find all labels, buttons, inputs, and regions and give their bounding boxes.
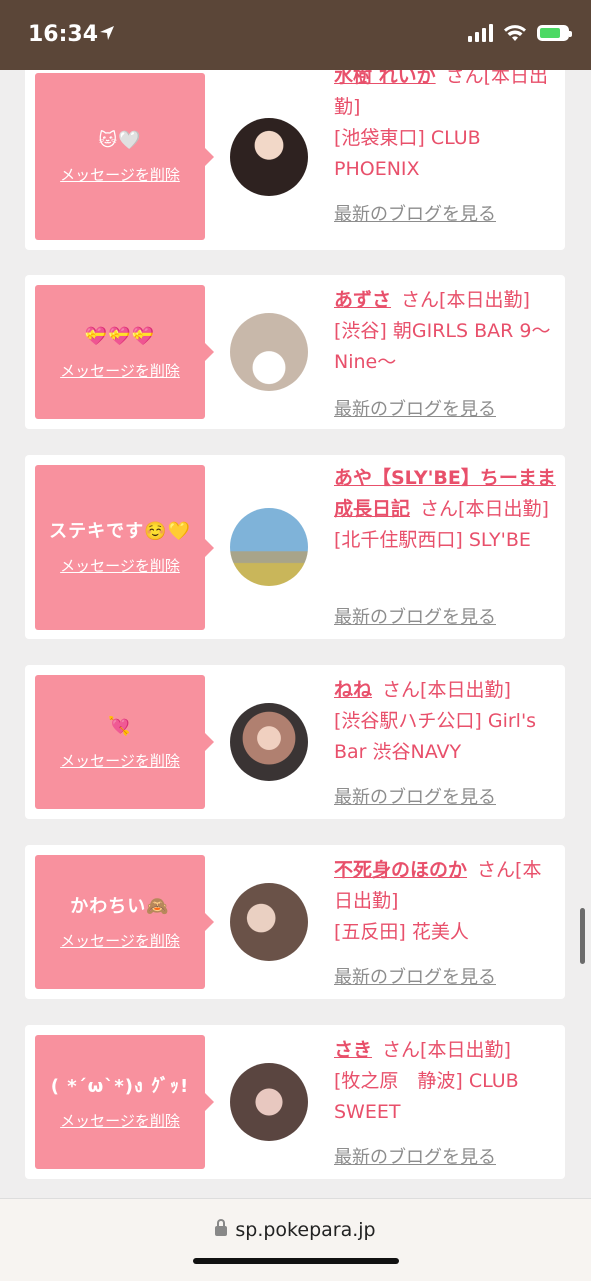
- avatar[interactable]: [230, 883, 308, 961]
- shop-name: [牧之原 静波] CLUB SWEET: [334, 1070, 519, 1123]
- message-card: ( *´ω`*)ง ｸﾞｯ! メッセージを削除 さき さん[本日出勤] [牧之原 …: [25, 1025, 565, 1179]
- cast-name-link[interactable]: 水樹 れいか: [334, 70, 436, 87]
- delete-message-link[interactable]: メッセージを削除: [60, 164, 180, 185]
- message-bubble: ( *´ω`*)ง ｸﾞｯ! メッセージを削除: [35, 1035, 214, 1169]
- message-bubble: かわちい🙈 メッセージを削除: [35, 855, 214, 989]
- lock-icon: [215, 1218, 228, 1236]
- message-text: ( *´ω`*)ง ｸﾞｯ!: [50, 1075, 190, 1097]
- scrollbar[interactable]: [580, 908, 585, 964]
- browser-url-bar[interactable]: sp.pokepara.jp: [0, 1198, 591, 1281]
- avatar[interactable]: [230, 313, 308, 391]
- cast-name-link[interactable]: ねね: [334, 679, 372, 701]
- cast-info: ねね さん[本日出勤] [渋谷駅ハチ公口] Girl's Bar 渋谷NAVY: [334, 679, 537, 763]
- location-arrow-icon: [100, 26, 114, 40]
- message-bubble: ステキです☺️💛 メッセージを削除: [35, 465, 214, 630]
- avatar[interactable]: [230, 508, 308, 586]
- avatar[interactable]: [230, 703, 308, 781]
- url-text: sp.pokepara.jp: [235, 1219, 376, 1241]
- shop-name: [渋谷駅ハチ公口] Girl's Bar 渋谷NAVY: [334, 710, 537, 763]
- avatar[interactable]: [230, 118, 308, 196]
- cast-info: あや【SLY'BE】ちーまま成長日記 さん[本日出勤] [北千住駅西口] SLY'…: [334, 467, 556, 551]
- view-blog-link[interactable]: 最新のブログを見る: [334, 395, 496, 421]
- message-bubble: 💝💝💝 メッセージを削除: [35, 285, 214, 419]
- delete-message-link[interactable]: メッセージを削除: [60, 555, 180, 576]
- shop-name: [五反田] 花美人: [334, 921, 469, 943]
- message-card: 💝💝💝 メッセージを削除 あずさ さん[本日出勤] [渋谷] 朝GIRLS BAR…: [25, 275, 565, 429]
- delete-message-link[interactable]: メッセージを削除: [60, 360, 180, 381]
- cellular-signal-icon: [468, 24, 493, 42]
- message-card: ステキです☺️💛 メッセージを削除 あや【SLY'BE】ちーまま成長日記 さん[本…: [25, 455, 565, 639]
- cast-info: さき さん[本日出勤] [牧之原 静波] CLUB SWEET: [334, 1039, 519, 1123]
- cast-info: 不死身のほのか さん[本日出勤] [五反田] 花美人: [334, 859, 542, 943]
- delete-message-link[interactable]: メッセージを削除: [60, 1110, 180, 1131]
- cast-name-link[interactable]: さき: [334, 1039, 372, 1061]
- view-blog-link[interactable]: 最新のブログを見る: [334, 1143, 496, 1169]
- message-text: ステキです☺️💛: [49, 521, 191, 542]
- message-card: 🐱🤍 メッセージを削除 水樹 れいか さん[本日出勤] [池袋東口] CLUB P…: [25, 70, 565, 250]
- message-bubble: 🐱🤍 メッセージを削除: [35, 73, 214, 240]
- view-blog-link[interactable]: 最新のブログを見る: [334, 783, 496, 809]
- message-text: 💘: [108, 715, 132, 737]
- cast-info: あずさ さん[本日出勤] [渋谷] 朝GIRLS BAR 9〜Nine〜: [334, 289, 551, 373]
- message-text: 🐱🤍: [98, 130, 142, 151]
- view-blog-link[interactable]: 最新のブログを見る: [334, 603, 496, 629]
- delete-message-link[interactable]: メッセージを削除: [60, 750, 180, 771]
- status-bar: 16:34: [0, 0, 591, 70]
- delete-message-link[interactable]: メッセージを削除: [60, 930, 180, 951]
- view-blog-link[interactable]: 最新のブログを見る: [334, 963, 496, 989]
- home-indicator[interactable]: [193, 1258, 399, 1264]
- cast-name-link[interactable]: 不死身のほのか: [334, 859, 467, 881]
- message-list: 🐱🤍 メッセージを削除 水樹 れいか さん[本日出勤] [池袋東口] CLUB P…: [0, 70, 591, 1198]
- shop-name: [池袋東口] CLUB PHOENIX: [334, 127, 481, 180]
- message-card: 💘 メッセージを削除 ねね さん[本日出勤] [渋谷駅ハチ公口] Girl's B…: [25, 665, 565, 819]
- message-card: かわちい🙈 メッセージを削除 不死身のほのか さん[本日出勤] [五反田] 花美人…: [25, 845, 565, 999]
- battery-icon: [537, 25, 572, 41]
- cast-name-link[interactable]: あずさ: [334, 289, 391, 311]
- cast-info: 水樹 れいか さん[本日出勤] [池袋東口] CLUB PHOENIX: [334, 70, 558, 185]
- wifi-icon: [504, 25, 526, 41]
- avatar[interactable]: [230, 1063, 308, 1141]
- shop-name: [北千住駅西口] SLY'BE: [334, 529, 531, 551]
- view-blog-link[interactable]: 最新のブログを見る: [334, 200, 496, 226]
- status-time: 16:34: [28, 22, 99, 47]
- message-text: 💝💝💝: [84, 325, 156, 347]
- message-text: かわちい🙈: [70, 895, 170, 917]
- shop-name: [渋谷] 朝GIRLS BAR 9〜Nine〜: [334, 320, 551, 373]
- message-bubble: 💘 メッセージを削除: [35, 675, 214, 809]
